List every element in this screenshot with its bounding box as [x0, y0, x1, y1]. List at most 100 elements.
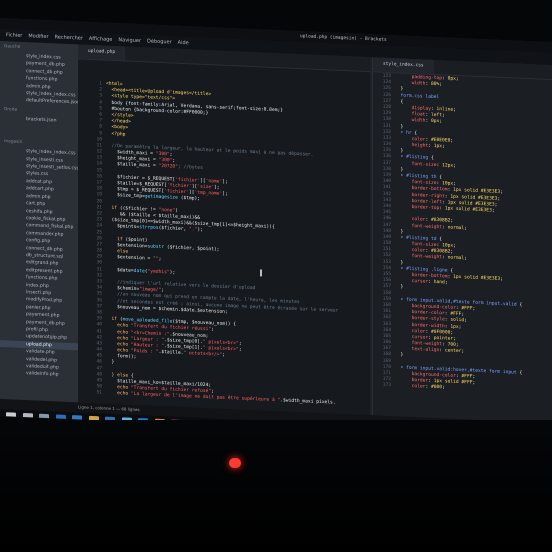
code-token: 'fichier' [175, 177, 201, 184]
code-token: ; [464, 318, 467, 324]
code-token: $size_tmp= [106, 193, 145, 200]
code-token: } [395, 228, 404, 235]
code-token: "20720" [158, 164, 178, 171]
code-token: { [516, 302, 523, 308]
code-token: ; [442, 113, 445, 119]
code-token: ; [450, 218, 454, 225]
power-led-icon [229, 458, 241, 468]
line-number: 51 [96, 390, 102, 396]
code-token: } [395, 86, 404, 92]
code-token: ▾ hr [395, 129, 412, 136]
menu-item[interactable]: Fichier [6, 29, 22, 42]
code-token: 'name' [205, 178, 223, 185]
code-token: normal [447, 225, 465, 231]
code-token: } [395, 167, 404, 173]
code-token: $extension = [106, 254, 154, 262]
code-token: 1px solid #E3E3E3 [444, 206, 492, 214]
code-token: <html> [106, 81, 123, 88]
code-token: $date= [106, 267, 134, 274]
code-view[interactable]: 1 <html> 2 <head><title>Upload d'images</t… [78, 80, 370, 408]
tab-style-index[interactable]: style_index.css [373, 57, 434, 74]
line-number: 173 [382, 383, 391, 389]
main-editor[interactable]: upload.php 1 <html> 2 <head><title>Upload … [78, 44, 370, 416]
code-token: ($point) [122, 237, 148, 244]
code-token: color [395, 216, 426, 223]
code-token: ; [442, 385, 445, 391]
code-token: ; [439, 119, 443, 125]
code-token: ; [158, 257, 162, 263]
code-token: ); [197, 227, 203, 234]
project-files-list: style_index_index.css style_insesti.css st… [0, 147, 79, 380]
menu-item[interactable]: Naviguer [118, 34, 141, 47]
code-token: "300" [155, 151, 170, 158]
menu-item[interactable]: Modifier [28, 30, 48, 43]
code-token: 0px [447, 76, 456, 82]
code-token: ; [169, 152, 173, 158]
code-token: "300" [158, 158, 173, 164]
code-token: ; [455, 342, 459, 349]
code-token: #000 [430, 385, 443, 391]
code-token: .$taille. [158, 349, 184, 357]
code-token: echo [106, 322, 129, 329]
code-token: ; [464, 256, 467, 262]
code-token: ; [472, 380, 476, 386]
code-token: { [128, 373, 134, 379]
code-token: 12px [442, 162, 454, 169]
code-token: inline [436, 106, 454, 113]
code-token: ; [453, 163, 456, 169]
code-token: else [106, 248, 129, 255]
code-token: ]; [222, 179, 228, 185]
code-token: 10px [442, 243, 454, 249]
code-token: ; [172, 158, 176, 164]
code-token: } [395, 284, 404, 290]
css-code-view[interactable]: 123 padding-top: 0px; 124 width: 80%; 125 … [373, 73, 552, 396]
code-token: ) [175, 208, 178, 214]
code-token: if [106, 205, 118, 211]
side-editor[interactable]: style_index.css 123 padding-top: 0px; 124… [372, 57, 552, 424]
code-token: 'size' [197, 184, 214, 191]
code-token: 1px solid #E3E3E3 [453, 274, 501, 282]
code-token: strrpos [139, 225, 159, 232]
code-token: echo [106, 391, 129, 397]
code-token: echo [106, 329, 129, 336]
code-token: width [395, 117, 426, 124]
code-token: ($fichier, $point); [164, 245, 220, 253]
code-token: { [447, 268, 454, 274]
code-token: ($fichier, [158, 226, 190, 233]
code-token: ; [461, 312, 465, 318]
code-token: pointer [433, 335, 454, 342]
code-token: #FFF [461, 374, 473, 380]
code-token: solid [450, 317, 465, 324]
code-token: { [411, 130, 418, 136]
code-token: getimagesize [144, 194, 178, 202]
code-token: { [436, 175, 443, 181]
menu-item[interactable]: Aide [178, 37, 189, 49]
code-token: normal [447, 255, 465, 262]
code-token: } [395, 259, 404, 266]
code-token: ; [161, 288, 165, 294]
code-token: $taille_maxi = [106, 162, 159, 170]
code-token: ); [169, 270, 176, 276]
code-token: #0F0000 [430, 329, 451, 336]
menu-item[interactable]: Affichage [89, 33, 113, 46]
menu-item[interactable]: Déboguer [147, 35, 172, 48]
code-token: $points= [106, 223, 140, 231]
code-token: ($tmp); [177, 196, 201, 203]
tab-upload[interactable]: upload.php [78, 44, 126, 61]
code-token: echo [106, 341, 129, 348]
code-token: { [436, 236, 443, 243]
code-token: ; [211, 389, 214, 395]
code-token: #FFF [450, 311, 462, 318]
code-token: color [395, 383, 426, 390]
code-token: ; //bytes [177, 165, 203, 172]
code-token: ; [472, 306, 476, 312]
code-token: ; [461, 349, 465, 355]
code-token: ; [500, 190, 503, 196]
code-token: ; [453, 336, 456, 342]
code-token: echo [106, 347, 129, 354]
code-token: ; [222, 352, 225, 358]
text-cursor-icon [260, 269, 262, 277]
code-token: echo [106, 335, 129, 342]
code-token: ; [497, 196, 501, 202]
code-token: substr [147, 244, 165, 251]
